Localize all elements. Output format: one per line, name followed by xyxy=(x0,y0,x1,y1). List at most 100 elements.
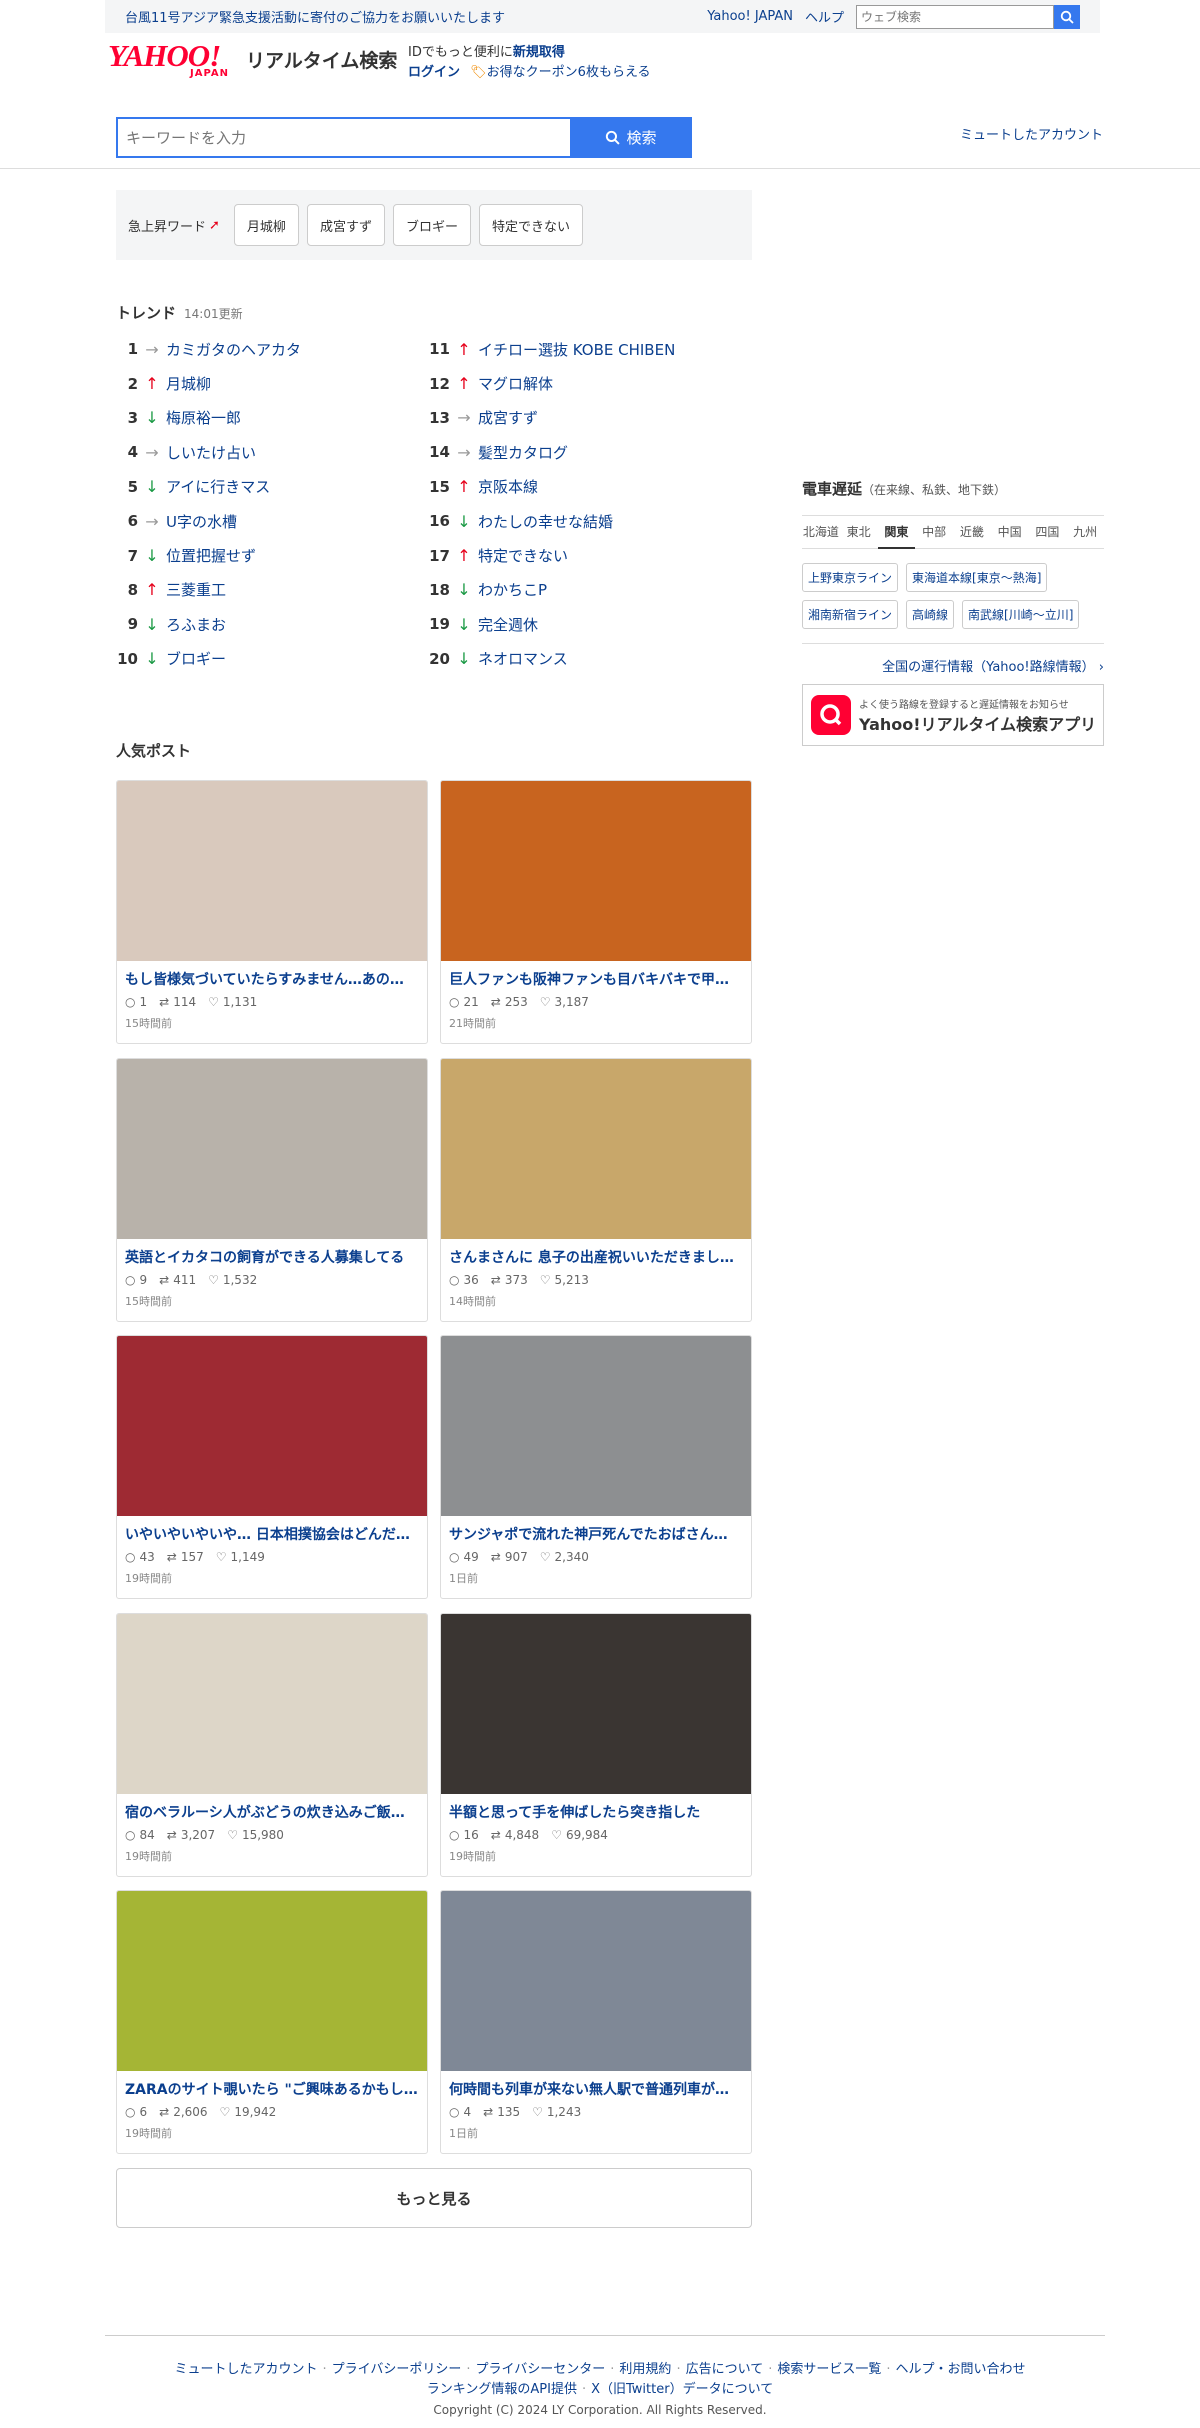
trend-word-link[interactable]: カミガタのヘアカタ xyxy=(166,339,301,360)
post-image[interactable] xyxy=(117,1613,427,1794)
trend-word-link[interactable]: ろふまお xyxy=(166,614,226,635)
trend-word-link[interactable]: ネオロマンス xyxy=(478,648,568,669)
trend-word-link[interactable]: 位置把握せず xyxy=(166,545,256,566)
trend-word-link[interactable]: U字の水槽 xyxy=(166,511,237,532)
web-search-button[interactable] xyxy=(1054,4,1080,29)
trend-row[interactable]: 5 ↓ アイに行きマス xyxy=(116,470,416,504)
post-title[interactable]: もし皆様気づいていたらすみません…あの… xyxy=(117,961,427,989)
delayed-line-link[interactable]: 東海道本線[東京～熱海] xyxy=(906,563,1048,592)
trend-row[interactable]: 10 ↓ ブロギー xyxy=(116,642,416,676)
trend-row[interactable]: 9 ↓ ろふまお xyxy=(116,607,416,641)
post-title[interactable]: いやいやいやいや… 日本相撲協会はどんだ… xyxy=(117,1516,427,1544)
post-card[interactable]: ZARAのサイト覗いたら "ご興味あるかもし… ○ 6 ⇄ 2,606 ♡ 19,942 19… xyxy=(116,1890,428,2154)
post-card[interactable]: サンジャポで流れた神戸死んでたおばさん… ○ 49 ⇄ 907 ♡ 2,340 1日前 xyxy=(440,1335,752,1599)
keyword-search-input[interactable] xyxy=(116,117,570,158)
trend-row[interactable]: 8 ↑ 三菱重工 xyxy=(116,573,416,607)
trend-row[interactable]: 16 ↓ わたしの幸せな結婚 xyxy=(428,504,728,538)
site-logo[interactable]: YAHOO! JAPAN リアルタイム検索 xyxy=(108,40,397,80)
post-title[interactable]: ZARAのサイト覗いたら "ご興味あるかもし… xyxy=(117,2071,427,2099)
rising-chip[interactable]: 月城柳 xyxy=(233,204,299,246)
region-tab[interactable]: 四国 xyxy=(1029,515,1067,549)
trend-word-link[interactable]: しいたけ占い xyxy=(166,442,256,463)
post-card[interactable]: いやいやいやいや… 日本相撲協会はどんだ… ○ 43 ⇄ 157 ♡ 1,149 19時間前 xyxy=(116,1335,428,1599)
post-image[interactable] xyxy=(441,1336,751,1516)
region-tab[interactable]: 東北 xyxy=(840,515,878,549)
region-tab[interactable]: 近畿 xyxy=(953,515,991,549)
trend-word-link[interactable]: 完全週休 xyxy=(478,614,538,635)
trend-row[interactable]: 4 → しいたけ占い xyxy=(116,435,416,469)
delayed-line-link[interactable]: 南武線[川崎～立川] xyxy=(962,600,1080,629)
rising-chip[interactable]: ブロギー xyxy=(392,204,471,246)
footer-link[interactable]: プライバシーポリシー xyxy=(332,2362,462,2377)
post-card[interactable]: もし皆様気づいていたらすみません…あの… ○ 1 ⇄ 114 ♡ 1,131 15時間前 xyxy=(116,780,428,1044)
delayed-line-link[interactable]: 上野東京ライン xyxy=(802,563,899,592)
trend-row[interactable]: 7 ↓ 位置把握せず xyxy=(116,538,416,572)
post-image[interactable] xyxy=(441,1058,751,1239)
trend-row[interactable]: 14 → 髪型カタログ xyxy=(428,435,728,469)
region-tab[interactable]: 中国 xyxy=(991,515,1029,549)
trend-word-link[interactable]: わたしの幸せな結婚 xyxy=(478,511,613,532)
post-card[interactable]: 英語とイカタコの飼育ができる人募集してる ○ 9 ⇄ 411 ♡ 1,532 15時間前 xyxy=(116,1057,428,1322)
app-banner[interactable]: よく使う路線を登録すると遅延情報をお知らせ Yahoo!リアルタイム検索アプリ xyxy=(802,684,1104,746)
trend-word-link[interactable]: 三菱重工 xyxy=(166,579,226,600)
region-tab[interactable]: 中部 xyxy=(915,515,953,549)
trend-word-link[interactable]: アイに行きマス xyxy=(166,476,270,497)
trend-row[interactable]: 13 → 成宮すず xyxy=(428,401,728,435)
trend-row[interactable]: 17 ↑ 特定できない xyxy=(428,538,728,572)
trend-word-link[interactable]: マグロ解体 xyxy=(478,373,553,394)
trend-word-link[interactable]: わかちこP xyxy=(478,579,547,600)
all-operation-info-link[interactable]: 全国の運行情報（Yahoo!路線情報） › xyxy=(802,656,1104,675)
trend-word-link[interactable]: 成宮すず xyxy=(478,407,538,428)
region-tab[interactable]: 関東 xyxy=(877,515,916,549)
x-data-link[interactable]: X（旧Twitter）データについて xyxy=(591,2382,773,2397)
yahoo-japan-link[interactable]: Yahoo! JAPAN xyxy=(707,9,793,24)
trend-word-link[interactable]: 梅原裕一郎 xyxy=(166,407,241,428)
muted-accounts-link[interactable]: ミュートしたアカウント xyxy=(960,124,1103,143)
post-image[interactable] xyxy=(441,781,751,961)
signup-link[interactable]: 新規取得 xyxy=(513,45,565,60)
more-button[interactable]: もっと見る xyxy=(116,2168,752,2228)
trend-row[interactable]: 12 ↑ マグロ解体 xyxy=(428,366,728,400)
post-image[interactable] xyxy=(117,1336,427,1516)
footer-link[interactable]: ヘルプ・お問い合わせ xyxy=(896,2362,1026,2377)
help-link[interactable]: ヘルプ xyxy=(805,7,844,26)
trend-word-link[interactable]: 髪型カタログ xyxy=(478,442,568,463)
post-image[interactable] xyxy=(117,781,427,961)
trend-row[interactable]: 11 ↑ イチロー選抜 KOBE CHIBEN xyxy=(428,332,728,366)
post-image[interactable] xyxy=(117,1891,427,2071)
donation-notice-link[interactable]: 台風11号アジア緊急支援活動に寄付のご協力をお願いいたします xyxy=(125,7,505,26)
trend-row[interactable]: 2 ↑ 月城柳 xyxy=(116,366,416,400)
footer-link[interactable]: 広告について xyxy=(686,2362,764,2377)
rising-chip[interactable]: 特定できない xyxy=(478,204,583,246)
rising-chip[interactable]: 成宮すず xyxy=(306,204,385,246)
post-card[interactable]: 何時間も列車が来ない無人駅で普通列車が… ○ 4 ⇄ 135 ♡ 1,243 1日前 xyxy=(440,1890,752,2154)
trend-row[interactable]: 18 ↓ わかちこP xyxy=(428,573,728,607)
api-link[interactable]: ランキング情報のAPI提供 xyxy=(427,2382,577,2397)
trend-row[interactable]: 19 ↓ 完全週休 xyxy=(428,607,728,641)
trend-row[interactable]: 1 → カミガタのヘアカタ xyxy=(116,332,416,366)
trend-row[interactable]: 15 ↑ 京阪本線 xyxy=(428,470,728,504)
trend-row[interactable]: 3 ↓ 梅原裕一郎 xyxy=(116,401,416,435)
post-image[interactable] xyxy=(441,1891,751,2071)
coupon-link[interactable]: お得なクーポン6枚もらえる xyxy=(487,65,651,80)
footer-link[interactable]: 利用規約 xyxy=(619,2362,671,2377)
trend-row[interactable]: 6 → U字の水槽 xyxy=(116,504,416,538)
post-title[interactable]: 半額と思って手を伸ばしたら突き指した xyxy=(441,1794,751,1822)
trend-word-link[interactable]: イチロー選抜 KOBE CHIBEN xyxy=(478,339,675,360)
post-title[interactable]: 宿のベラルーシ人がぶどうの炊き込みご飯… xyxy=(117,1794,427,1822)
footer-link[interactable]: 検索サービス一覧 xyxy=(777,2362,881,2377)
post-card[interactable]: さんまさんに 息子の出産祝いいただきまし… ○ 36 ⇄ 373 ♡ 5,213 14時間前 xyxy=(440,1057,752,1322)
web-search-input[interactable] xyxy=(856,4,1054,29)
delayed-line-link[interactable]: 湘南新宿ライン xyxy=(802,600,899,629)
post-title[interactable]: 英語とイカタコの飼育ができる人募集してる xyxy=(117,1239,427,1267)
post-card[interactable]: 半額と思って手を伸ばしたら突き指した ○ 16 ⇄ 4,848 ♡ 69,984 19時間前 xyxy=(440,1612,752,1877)
trend-word-link[interactable]: 京阪本線 xyxy=(478,476,538,497)
footer-link[interactable]: プライバシーセンター xyxy=(476,2362,606,2377)
post-title[interactable]: さんまさんに 息子の出産祝いいただきまし… xyxy=(441,1239,751,1267)
region-tab[interactable]: 北海道 xyxy=(802,515,840,549)
post-title[interactable]: 巨人ファンも阪神ファンも目バキバキで甲… xyxy=(441,961,751,989)
trend-word-link[interactable]: 月城柳 xyxy=(166,373,211,394)
trend-word-link[interactable]: 特定できない xyxy=(478,545,568,566)
search-button[interactable]: 検索 xyxy=(570,117,692,158)
trend-row[interactable]: 20 ↓ ネオロマンス xyxy=(428,642,728,676)
